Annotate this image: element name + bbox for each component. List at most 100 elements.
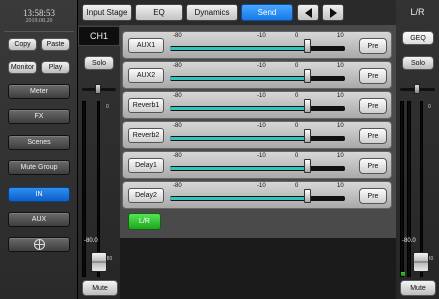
send-name-button[interactable]: Delay2 [128,188,164,203]
channel-name: CH1 [78,26,120,46]
send-row: Delay2 -80 -10 0 10 Pre [122,181,392,209]
send-scale-label: 10 [337,63,344,69]
play-button[interactable]: Play [41,61,70,74]
master-solo-button[interactable]: Solo [402,56,434,70]
nav-target[interactable] [8,237,70,252]
clock-date: 2019.08.20 [25,18,53,24]
channel-strip: CH1 Solo 0 -80 -80.0 Mute [78,0,179,299]
master-balance-knob[interactable] [414,84,420,94]
pre-button[interactable]: Pre [359,68,387,84]
send-level-track[interactable] [170,46,345,51]
send-level-knob[interactable] [303,39,311,53]
master-strip: L/R GEQ Solo 0 -80 -80.0 Mute [396,0,439,299]
master-mute-button[interactable]: Mute [400,280,436,296]
pre-button[interactable]: Pre [359,158,387,174]
arrow-right-icon [329,7,337,18]
send-row: Delay1 -80 -10 0 10 Pre [122,151,392,179]
channel-fader-track[interactable] [97,101,100,277]
send-scale-label: 0 [295,153,299,159]
master-meter-right [407,101,411,277]
send-level-fill [170,137,307,140]
paste-button[interactable]: Paste [41,38,70,51]
next-button[interactable] [322,4,344,21]
master-meter-left [400,101,404,277]
nav-fx[interactable]: FX [8,109,70,124]
master-fader-cap[interactable] [413,252,429,272]
send-level-track[interactable] [170,136,345,141]
send-level-track[interactable] [170,76,345,81]
copy-button[interactable]: Copy [8,38,37,51]
send-name-button[interactable]: AUX1 [128,38,164,53]
send-scale-label: 10 [337,33,344,39]
tab-send[interactable]: Send [241,4,293,21]
send-name-button[interactable]: AUX2 [128,68,164,83]
send-name-button[interactable]: Reverb2 [128,128,164,143]
send-name-button[interactable]: Reverb1 [128,98,164,113]
send-scale-label: 0 [295,123,299,129]
nav-meter[interactable]: Meter [8,84,70,99]
nav-mute-group[interactable]: Mute Group [8,160,70,175]
top-tab-bar: Input Stage EQ Dynamics Send [78,0,396,25]
send-scale-label: -10 [257,183,266,189]
send-scale-label: -80 [173,33,182,39]
nav-scenes[interactable]: Scenes [8,135,70,150]
tab-eq[interactable]: EQ [135,4,183,21]
send-level-track[interactable] [170,166,345,171]
send-level-fill [170,197,307,200]
channel-fader-cap[interactable] [91,252,107,272]
tab-dynamics[interactable]: Dynamics [186,4,238,21]
master-fader-value: -80.0 [402,238,416,244]
channel-fader-value: -80.0 [84,238,98,244]
send-scale-label: 10 [337,183,344,189]
send-scale-label: -10 [257,63,266,69]
master-name: L/R [410,7,425,17]
send-scale-label: -10 [257,93,266,99]
send-scale-label: 0 [295,33,299,39]
send-scale-label: -80 [173,153,182,159]
target-icon [33,239,45,250]
send-row: AUX1 -80 -10 0 10 Pre [122,31,392,59]
master-meter-level [401,272,405,276]
send-level-knob[interactable] [303,189,311,203]
pre-button[interactable]: Pre [359,38,387,54]
send-row: Reverb1 -80 -10 0 10 Pre [122,91,392,119]
channel-pan-knob[interactable] [95,84,101,94]
send-level-track[interactable] [170,196,345,201]
send-level-knob[interactable] [303,69,311,83]
send-scale-label: 10 [337,93,344,99]
send-level-fill [170,107,307,110]
arrow-left-icon [304,7,312,18]
nav-aux[interactable]: AUX [8,212,70,227]
monitor-button[interactable]: Monitor [8,61,37,74]
send-scale-label: -80 [173,123,182,129]
master-fader-track[interactable] [420,101,423,277]
send-scale-label: 0 [295,183,299,189]
send-level-knob[interactable] [303,129,311,143]
send-scale-label: 0 [295,63,299,69]
pre-button[interactable]: Pre [359,128,387,144]
divider [4,31,74,32]
pre-button[interactable]: Pre [359,98,387,114]
prev-button[interactable] [297,4,319,21]
clock-time: 13:58:53 [22,8,55,18]
channel-meter-slot [82,101,86,277]
pre-button[interactable]: Pre [359,188,387,204]
send-level-knob[interactable] [303,99,311,113]
send-level-knob[interactable] [303,159,311,173]
send-scale-label: -80 [173,93,182,99]
send-scale-label: -10 [257,123,266,129]
send-name-button[interactable]: Delay1 [128,158,164,173]
channel-solo-button[interactable]: Solo [84,56,114,70]
channel-mute-button[interactable]: Mute [82,280,118,296]
send-level-track[interactable] [170,106,345,111]
tab-input-stage[interactable]: Input Stage [82,4,132,21]
left-panel: 13:58:53 2019.08.20 Copy Paste Monitor P… [0,0,78,299]
nav-in[interactable]: IN [8,187,70,202]
lr-assign-button[interactable]: L/R [128,213,161,230]
send-row: Reverb2 -80 -10 0 10 Pre [122,121,392,149]
master-scale-top: 0 [428,104,431,110]
send-scale-label: -10 [257,33,266,39]
geq-button[interactable]: GEQ [402,31,434,45]
send-scale-label: -80 [173,183,182,189]
send-scale-label: 10 [337,123,344,129]
